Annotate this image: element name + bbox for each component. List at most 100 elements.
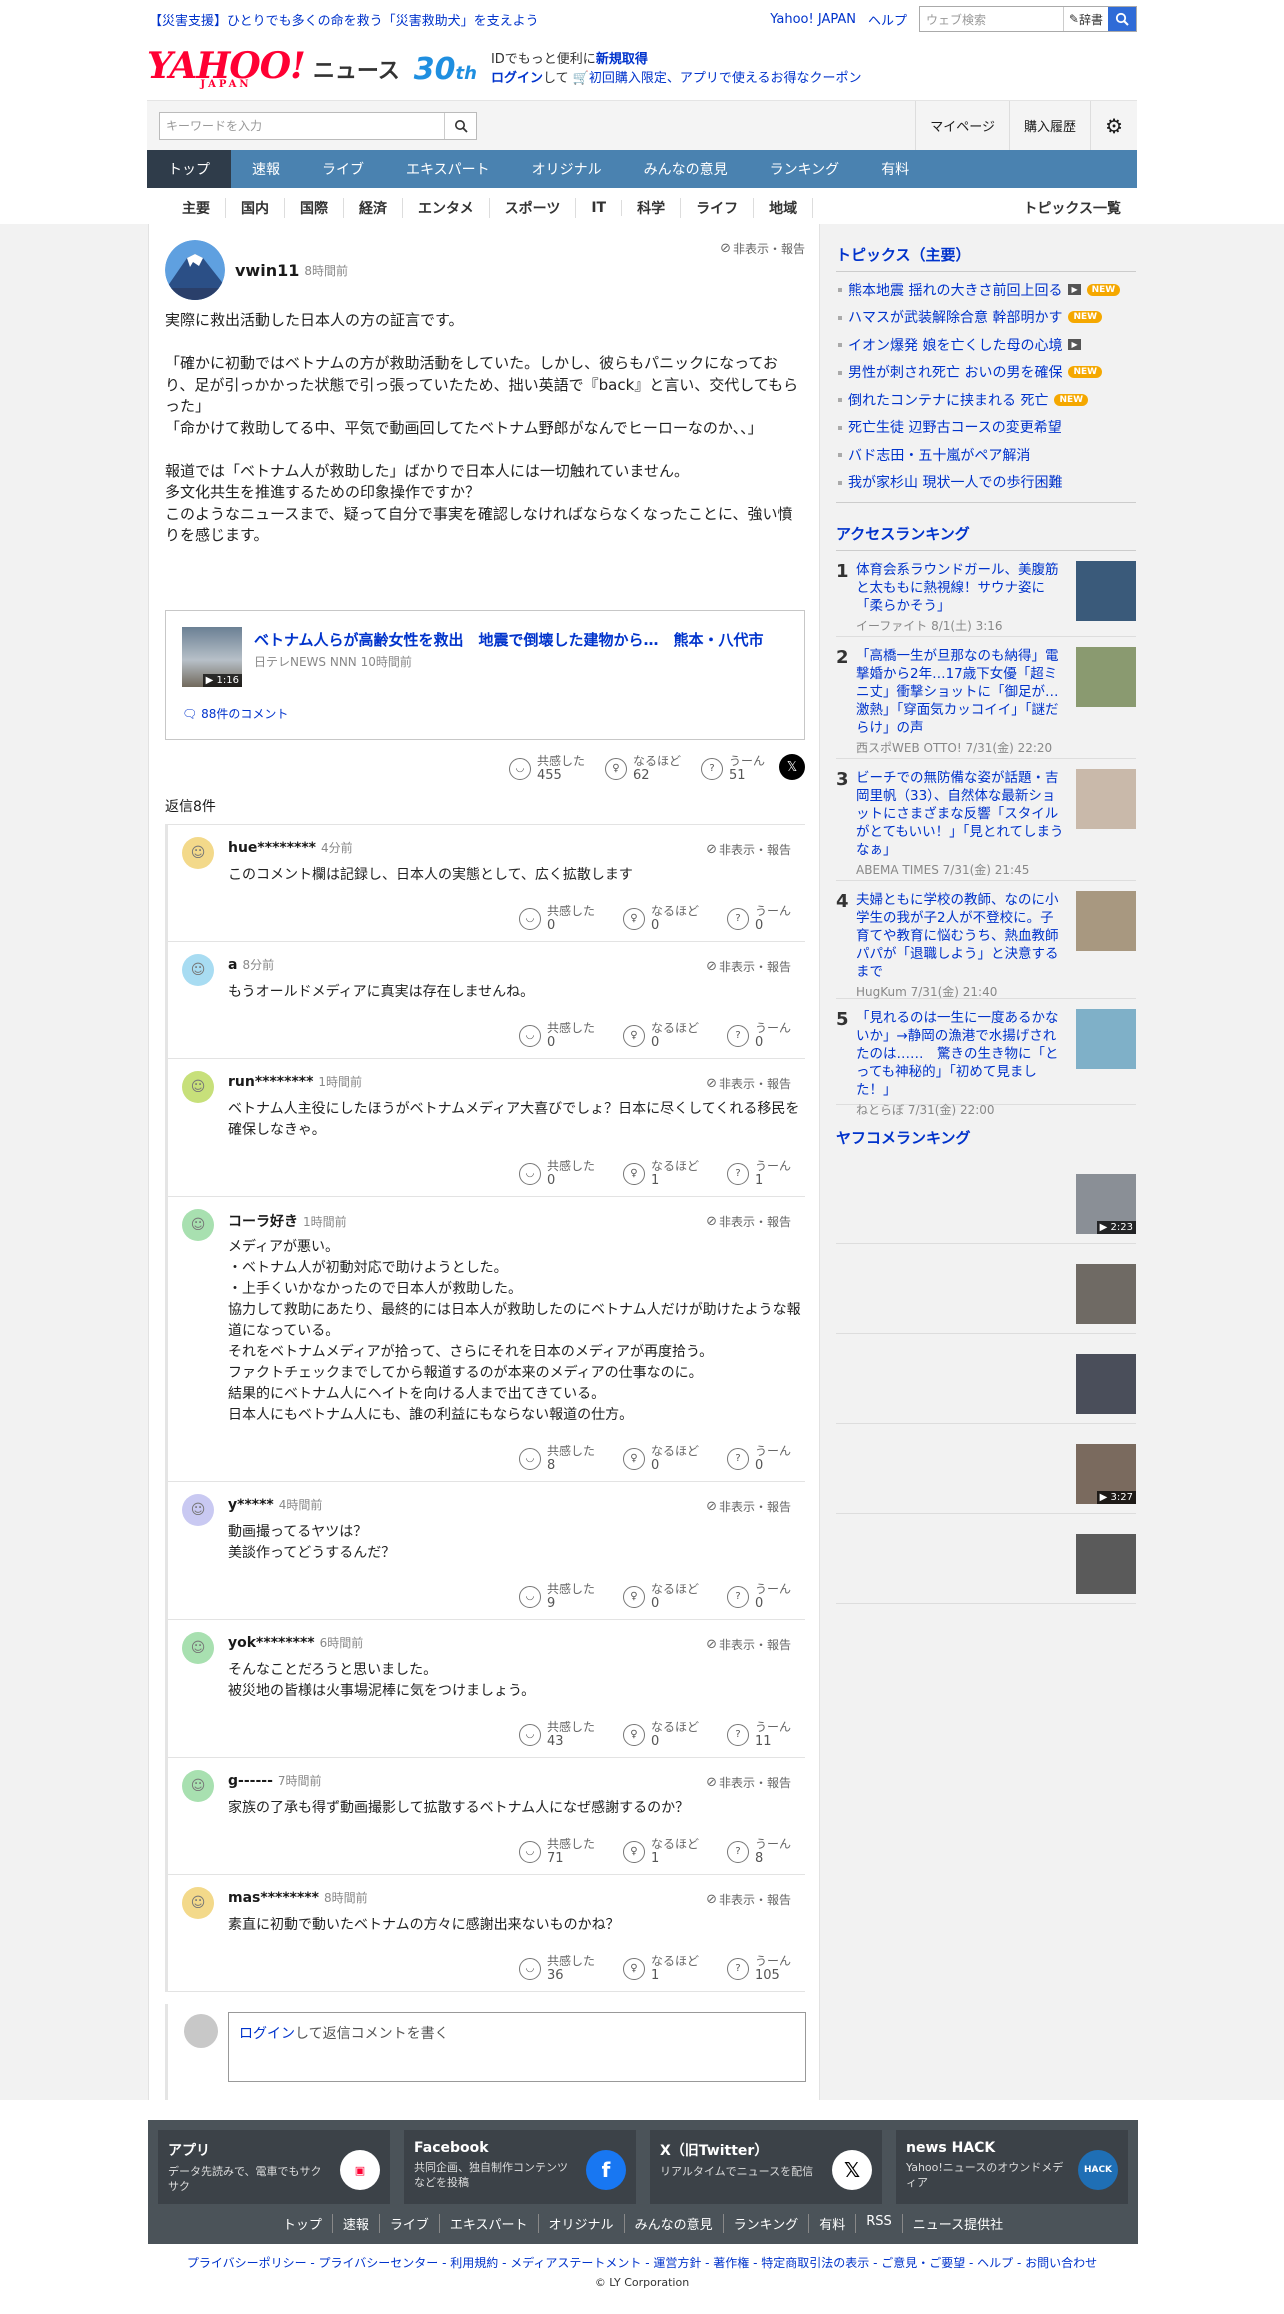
ranking-item[interactable]: 2 「高橋一生が旦那なのも納得」電撃婚から2年…17歳下女優「超ミニ丈」衝撃ショッ… (836, 637, 1136, 759)
topic-item[interactable]: 男性が刺され死亡 おいの男を確保 NEW (836, 359, 1136, 387)
naruhodo-button[interactable]: ♀ なるほど 1 (622, 1954, 699, 1983)
nav-opinions[interactable]: みんなの意見 (623, 150, 749, 188)
topic-item[interactable]: 熊本地震 揺れの大きさ前回上回る ▶ NEW (836, 276, 1136, 304)
uun-button[interactable]: ? うーん 51 (700, 754, 765, 783)
web-search-button[interactable] (1108, 7, 1136, 31)
uun-button[interactable]: ? うーん 105 (726, 1954, 791, 1983)
footer-link[interactable]: RSS (856, 2214, 903, 2233)
footer-card-app[interactable]: アプリ データ先読みで、電車でもサクサク ▣ (158, 2130, 390, 2204)
naruhodo-button[interactable]: ♀ なるほど 0 (622, 1444, 699, 1473)
hide-report-button[interactable]: 非表示・報告 (706, 1075, 791, 1092)
hide-report-button[interactable]: 非表示・報告 (706, 841, 791, 858)
cat-local[interactable]: 地域 (754, 197, 814, 218)
empathy-button[interactable]: ◡ 共感した 71 (518, 1837, 595, 1866)
cat-life[interactable]: ライフ (681, 197, 755, 218)
x-share-button[interactable]: 𝕏 (779, 754, 805, 780)
article-card[interactable]: ▶ 1:16 ベトナム人らが高齢女性を救出 地震で倒壊した建物から… 熊本・八代… (165, 610, 805, 740)
reply-login-link[interactable]: ログイン (239, 2026, 295, 2042)
reply-author[interactable]: g------ (228, 1773, 273, 1789)
reply-author[interactable]: コーラ好き (228, 1211, 298, 1231)
hide-report-button[interactable]: 非表示・報告 (706, 958, 791, 975)
article-title[interactable]: ベトナム人らが高齢女性を救出 地震で倒壊した建物から… 熊本・八代市 (254, 629, 764, 650)
topic-item[interactable]: ハマスが武装解除合意 幹部明かす NEW (836, 304, 1136, 332)
cat-it[interactable]: IT (576, 199, 623, 216)
avatar[interactable]: ☺ (182, 1071, 214, 1103)
ranking-item[interactable]: 1 体育会系ラウンドガール、美腹筋と太ももに熱視線！サウナ姿に「柔らかそう」 イーフ… (836, 551, 1136, 637)
avatar[interactable]: ☺ (182, 1209, 214, 1241)
keyword-search-button[interactable] (444, 112, 476, 139)
coupon-link[interactable]: 初回購入限定、アプリで使えるお得なクーポン (589, 71, 862, 86)
cat-entertainment[interactable]: エンタメ (403, 197, 490, 218)
uun-button[interactable]: ? うーん 1 (726, 1159, 791, 1188)
nav-live[interactable]: ライブ (301, 150, 385, 188)
help-link[interactable]: ヘルプ (868, 10, 907, 29)
cat-sports[interactable]: スポーツ (490, 197, 577, 218)
nav-expert[interactable]: エキスパート (385, 150, 511, 188)
footer-link[interactable]: みんなの意見 (625, 2214, 724, 2233)
access-ranking-heading[interactable]: アクセスランキング (836, 523, 1136, 551)
ranking-item[interactable]: 3 ビーチでの無防備な姿が話題・吉岡里帆（33）、自然体な最新ショットにさまざまな… (836, 759, 1136, 881)
topic-item[interactable]: 我が家杉山 現状一人での歩行困難 (836, 469, 1136, 497)
footer-link[interactable]: 速報 (333, 2214, 380, 2233)
footer-link[interactable]: ニュース提供社 (903, 2214, 1013, 2233)
cat-science[interactable]: 科学 (622, 197, 682, 218)
empathy-button[interactable]: ◡ 共感した 36 (518, 1954, 595, 1983)
keyword-input[interactable]: キーワードを入力 (160, 117, 444, 134)
cat-economy[interactable]: 経済 (344, 197, 403, 218)
disaster-notice-link[interactable]: 【災害支援】ひとりでも多くの命を救う「災害救助犬」を支えよう (149, 10, 539, 29)
empathy-button[interactable]: ◡ 共感した 43 (518, 1720, 595, 1749)
footer-link[interactable]: ライブ (380, 2214, 440, 2233)
uun-button[interactable]: ? うーん 11 (726, 1720, 791, 1749)
legal-links[interactable]: プライバシーポリシー - プライバシーセンター - 利用規約 - メディアステー… (0, 2254, 1284, 2271)
footer-link[interactable]: オリジナル (539, 2214, 625, 2233)
comment-author[interactable]: vwin11 (235, 261, 299, 280)
naruhodo-button[interactable]: ♀ なるほど 1 (622, 1159, 699, 1188)
topic-item[interactable]: 倒れたコンテナに挟まれる 死亡 NEW (836, 386, 1136, 414)
uun-button[interactable]: ? うーん 0 (726, 904, 791, 933)
avatar[interactable]: ☺ (182, 1770, 214, 1802)
empathy-button[interactable]: ◡ 共感した 455 (508, 754, 585, 783)
reply-author[interactable]: y***** (228, 1497, 274, 1513)
naruhodo-button[interactable]: ♀ なるほど 0 (622, 904, 699, 933)
dictionary-button[interactable]: ✎ 辞書 (1062, 7, 1108, 31)
hide-report-button[interactable]: 非表示・報告 (706, 1213, 791, 1230)
settings-button[interactable]: ⚙ (1090, 101, 1137, 150)
hide-report-button[interactable]: 非表示・報告 (706, 1774, 791, 1791)
empathy-button[interactable]: ◡ 共感した 0 (518, 904, 595, 933)
empathy-button[interactable]: ◡ 共感した 9 (518, 1582, 595, 1611)
reply-author[interactable]: yok******** (228, 1635, 315, 1651)
naruhodo-button[interactable]: ♀ なるほど 1 (622, 1837, 699, 1866)
purchase-history-link[interactable]: 購入履歴 (1009, 101, 1090, 150)
topic-item[interactable]: イオン爆発 娘を亡くした母の心境 ▶ (836, 331, 1136, 359)
hide-report-button[interactable]: 非表示・報告 (720, 240, 805, 257)
signup-link[interactable]: 新規取得 (596, 52, 648, 67)
avatar[interactable]: ☺ (182, 1632, 214, 1664)
yahoo-logo[interactable]: YAHOO! JAPAN (147, 48, 306, 90)
cat-world[interactable]: 国際 (285, 197, 344, 218)
nav-original[interactable]: オリジナル (511, 150, 623, 188)
avatar[interactable] (165, 240, 225, 300)
footer-link[interactable]: エキスパート (440, 2214, 539, 2233)
nav-top[interactable]: トップ (147, 150, 231, 188)
footer-link[interactable]: 有料 (809, 2214, 857, 2233)
empathy-button[interactable]: ◡ 共感した 8 (518, 1444, 595, 1473)
reply-author[interactable]: a (228, 957, 237, 973)
reply-author[interactable]: mas******** (228, 1890, 319, 1906)
reply-author[interactable]: hue******** (228, 840, 316, 856)
reply-author[interactable]: run******** (228, 1074, 313, 1090)
uun-button[interactable]: ? うーん 0 (726, 1582, 791, 1611)
footer-card-newshack[interactable]: news HACK Yahoo!ニュースのオウンドメディア HACK (896, 2130, 1128, 2204)
avatar[interactable]: ☺ (182, 1887, 214, 1919)
footer-link[interactable]: ランキング (724, 2214, 810, 2233)
yafuco-item[interactable] (836, 1334, 1136, 1424)
naruhodo-button[interactable]: ♀ なるほど 0 (622, 1720, 699, 1749)
cat-main[interactable]: 主要 (167, 197, 226, 218)
uun-button[interactable]: ? うーん 8 (726, 1837, 791, 1866)
naruhodo-button[interactable]: ♀ なるほど 0 (622, 1021, 699, 1050)
hide-report-button[interactable]: 非表示・報告 (706, 1498, 791, 1515)
nav-paid[interactable]: 有料 (860, 150, 930, 188)
naruhodo-button[interactable]: ♀ なるほど 0 (622, 1582, 699, 1611)
yafuco-item[interactable]: ▶ 3:27 (836, 1424, 1136, 1514)
topic-item[interactable]: バド志田・五十嵐がペア解消 (836, 441, 1136, 469)
hide-report-button[interactable]: 非表示・報告 (706, 1891, 791, 1908)
